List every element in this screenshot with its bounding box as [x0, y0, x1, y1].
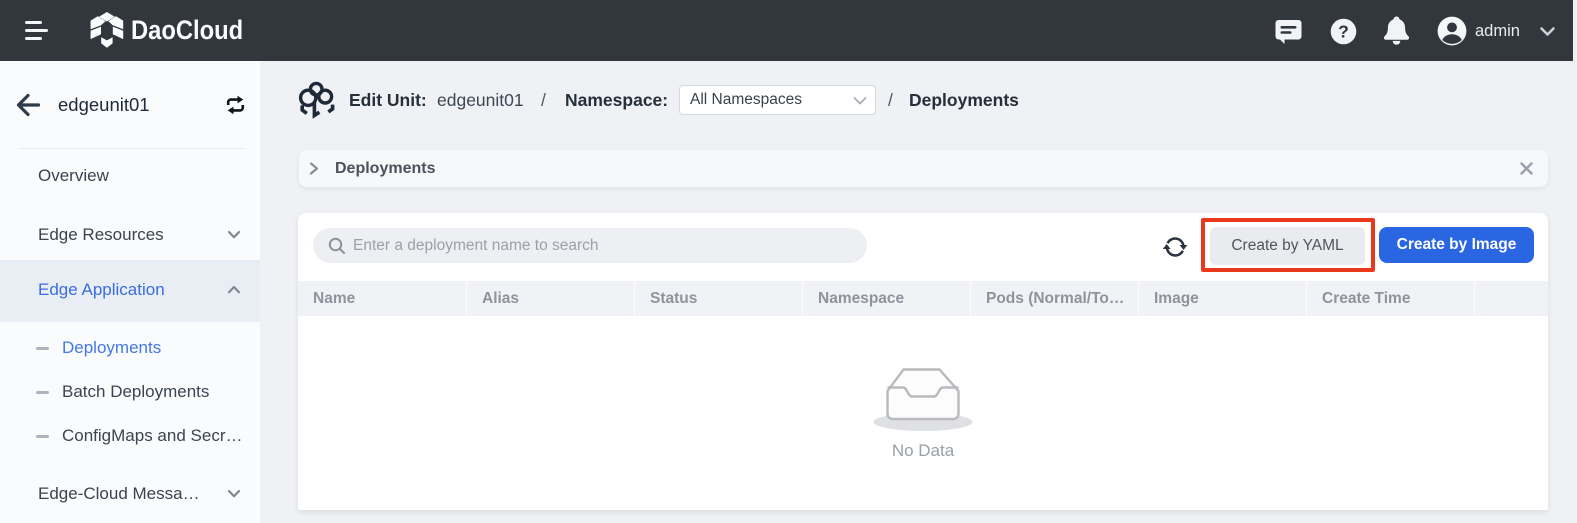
svg-text:?: ? — [1338, 22, 1349, 42]
